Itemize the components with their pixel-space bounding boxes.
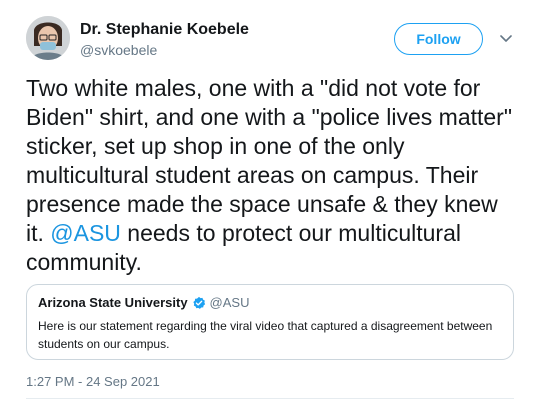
quoted-author-handle: @ASU — [209, 295, 250, 310]
tweet-timestamp[interactable]: 1:27 PM - 24 Sep 2021 — [26, 374, 160, 389]
mention-link[interactable]: @ASU — [50, 220, 121, 246]
follow-button[interactable]: Follow — [394, 23, 483, 55]
verified-badge-icon — [192, 296, 205, 309]
avatar[interactable] — [26, 16, 70, 60]
quoted-author-name: Arizona State University — [38, 295, 188, 310]
chevron-down-icon[interactable] — [498, 30, 514, 46]
quoted-tweet-text: Here is our statement regarding the vira… — [38, 319, 493, 351]
divider — [26, 398, 514, 399]
tweet-card: Dr. Stephanie Koebele @svkoebele Follow … — [0, 0, 534, 400]
avatar-photo — [26, 16, 70, 60]
author-handle[interactable]: @svkoebele — [80, 42, 157, 58]
tweet-text: Two white males, one with a "did not vot… — [26, 74, 522, 277]
quoted-tweet[interactable]: Arizona State University @ASU Here is ou… — [26, 284, 514, 360]
author-name[interactable]: Dr. Stephanie Koebele — [80, 21, 249, 39]
quoted-tweet-header: Arizona State University @ASU — [38, 295, 249, 310]
